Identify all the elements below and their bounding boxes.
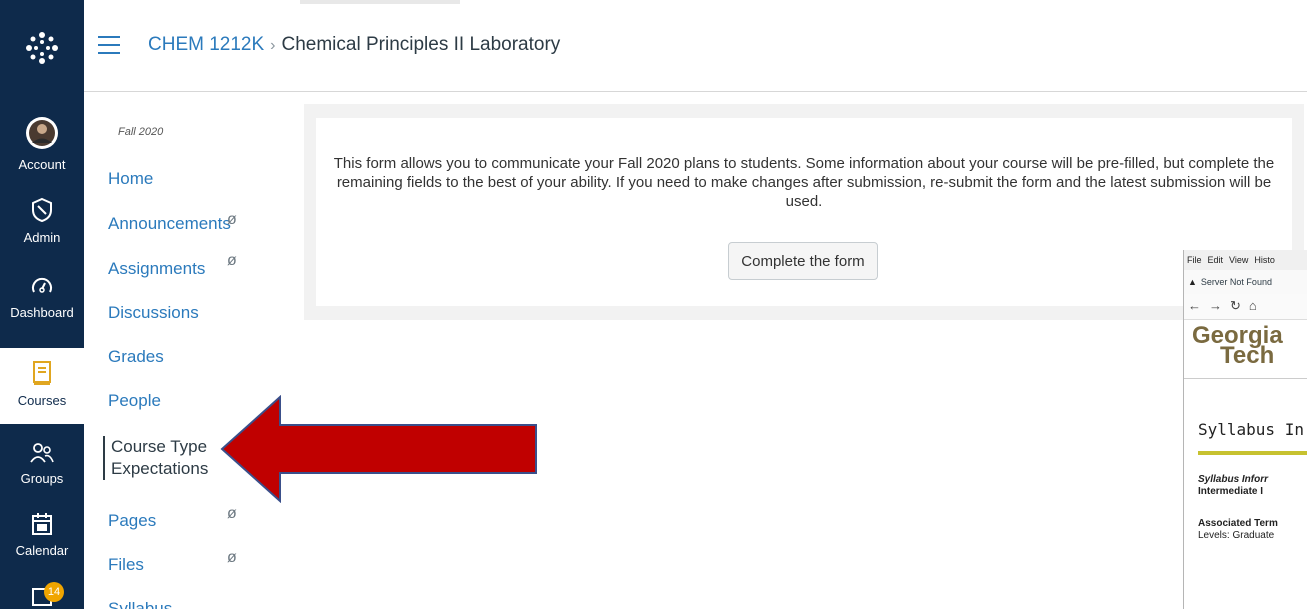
warning-icon: ▲ [1188, 277, 1197, 287]
hamburger-menu-icon[interactable] [98, 36, 120, 54]
hidden-eye-icon: ø [227, 505, 237, 522]
course-type-label: Course Type [111, 437, 208, 456]
nav-courses-label: Courses [17, 393, 67, 408]
browser-tab-title: Server Not Found [1200, 277, 1272, 287]
book-icon [33, 361, 51, 385]
dashboard-icon [32, 277, 52, 293]
browser-menu-view[interactable]: View [1229, 255, 1248, 265]
gold-divider [1198, 451, 1307, 455]
browser-menu-history[interactable]: Histo [1254, 255, 1275, 265]
course-nav-assignments[interactable]: Assignments [108, 259, 205, 279]
georgia-tech-logo: Georgia Tech [1192, 324, 1283, 369]
divider [1184, 378, 1307, 379]
browser-menu-edit[interactable]: Edit [1208, 255, 1224, 265]
complete-form-button[interactable]: Complete the form [728, 242, 878, 280]
reload-icon[interactable]: ↻ [1230, 298, 1241, 313]
back-icon[interactable]: ← [1188, 298, 1201, 313]
global-nav: Account Admin Dashboard Courses Groups C… [0, 0, 84, 609]
browser-toolbar: ← → ↻ ⌂ [1184, 294, 1307, 320]
course-nav-course-type-expectations[interactable]: Course Type Expectations [103, 436, 208, 480]
inbox-badge: 14 [44, 582, 64, 602]
forward-icon[interactable]: → [1209, 298, 1222, 313]
browser-content: Georgia Tech Syllabus In Syllabus Inforr… [1184, 320, 1307, 609]
home-icon[interactable]: ⌂ [1249, 298, 1257, 313]
course-nav-discussions[interactable]: Discussions [108, 303, 199, 323]
calendar-icon [32, 513, 52, 535]
syllabus-info-label: Syllabus Inforr [1198, 474, 1269, 485]
hidden-eye-icon: ø [227, 211, 237, 228]
course-nav-announcements[interactable]: Announcements [108, 214, 231, 234]
nav-courses[interactable]: Courses [0, 348, 84, 424]
course-title-text: Intermediate I [1198, 486, 1264, 497]
hidden-eye-icon: ø [227, 549, 237, 566]
nav-calendar-label: Calendar [15, 543, 69, 558]
red-arrow-annotation [220, 395, 537, 503]
nav-dashboard-label: Dashboard [10, 305, 74, 320]
nav-groups-label: Groups [20, 471, 64, 486]
associated-term-label: Associated Term [1198, 518, 1278, 529]
page-header: CHEM 1212K › Chemical Principles II Labora… [84, 0, 1307, 92]
syllabus-heading: Syllabus In [1198, 420, 1304, 439]
nav-groups[interactable]: Groups [0, 442, 84, 486]
browser-window-screenshot: File Edit View Histo ▲ Server Not Found ← → ↻ ⌂… [1183, 250, 1307, 609]
course-nav-pages[interactable]: Pages [108, 511, 156, 531]
browser-menu-file[interactable]: File [1187, 255, 1202, 265]
nav-admin[interactable]: Admin [0, 197, 84, 245]
hidden-eye-icon: ø [227, 252, 237, 269]
nav-inbox[interactable]: 14 [0, 582, 84, 609]
course-nav-files[interactable]: Files [108, 555, 144, 575]
canvas-logo-icon [26, 32, 58, 64]
nav-account[interactable]: Account [0, 116, 84, 172]
nav-calendar[interactable]: Calendar [0, 512, 84, 558]
form-description: This form allows you to communicate your… [333, 155, 1275, 210]
expectations-label: Expectations [111, 459, 209, 478]
main-panel: This form allows you to communicate your… [304, 104, 1304, 320]
form-card: This form allows you to communicate your… [316, 118, 1292, 306]
course-nav-people[interactable]: People [108, 391, 161, 411]
browser-tab[interactable]: ▲ Server Not Found [1184, 270, 1307, 294]
breadcrumb-separator: › [270, 37, 276, 54]
shield-icon [32, 197, 52, 223]
nav-admin-label: Admin [23, 230, 61, 245]
breadcrumb-course-link[interactable]: CHEM 1212K [148, 34, 264, 55]
breadcrumb: CHEM 1212K › Chemical Principles II Labora… [148, 34, 560, 56]
nav-account-label: Account [18, 157, 66, 172]
course-nav-syllabus[interactable]: Syllabus [108, 599, 172, 609]
term-label: Fall 2020 [118, 126, 164, 138]
course-nav-home[interactable]: Home [108, 169, 153, 189]
browser-menu-bar: File Edit View Histo [1184, 250, 1307, 270]
canvas-logo[interactable] [0, 30, 84, 69]
avatar [26, 117, 58, 149]
course-nav-grades[interactable]: Grades [108, 347, 164, 367]
logo-line-2: Tech [1220, 342, 1275, 369]
groups-icon [30, 443, 54, 463]
nav-dashboard[interactable]: Dashboard [0, 274, 84, 320]
breadcrumb-current: Chemical Principles II Laboratory [281, 34, 561, 55]
levels-text: Levels: Graduate [1198, 530, 1275, 541]
